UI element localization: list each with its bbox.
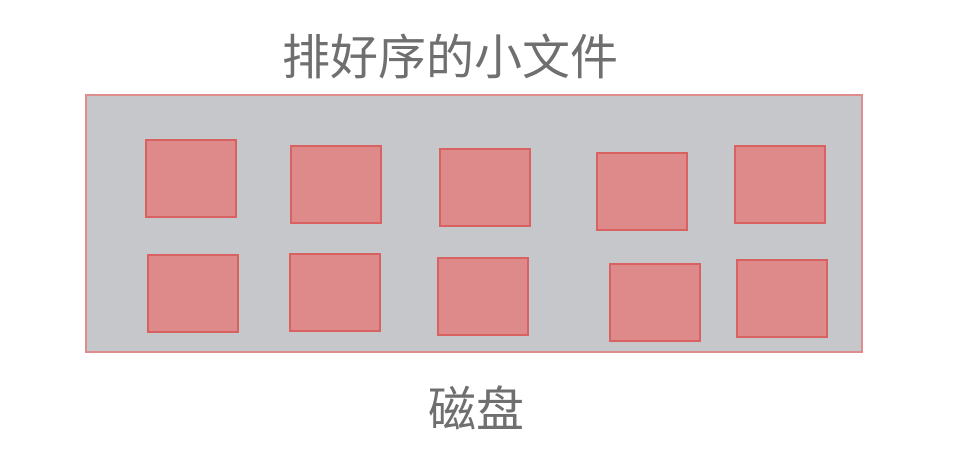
diagram-title: 排好序的小文件 [281, 30, 618, 86]
disk-container [85, 94, 863, 353]
small-file [145, 139, 237, 218]
small-file [147, 254, 239, 333]
small-file [609, 263, 701, 342]
small-file [290, 145, 382, 224]
small-file [289, 253, 381, 332]
small-file [596, 152, 688, 231]
disk-label: 磁盘 [427, 382, 524, 438]
small-file [439, 148, 531, 227]
small-file [734, 145, 826, 224]
small-file [437, 257, 529, 336]
small-file [736, 259, 828, 338]
